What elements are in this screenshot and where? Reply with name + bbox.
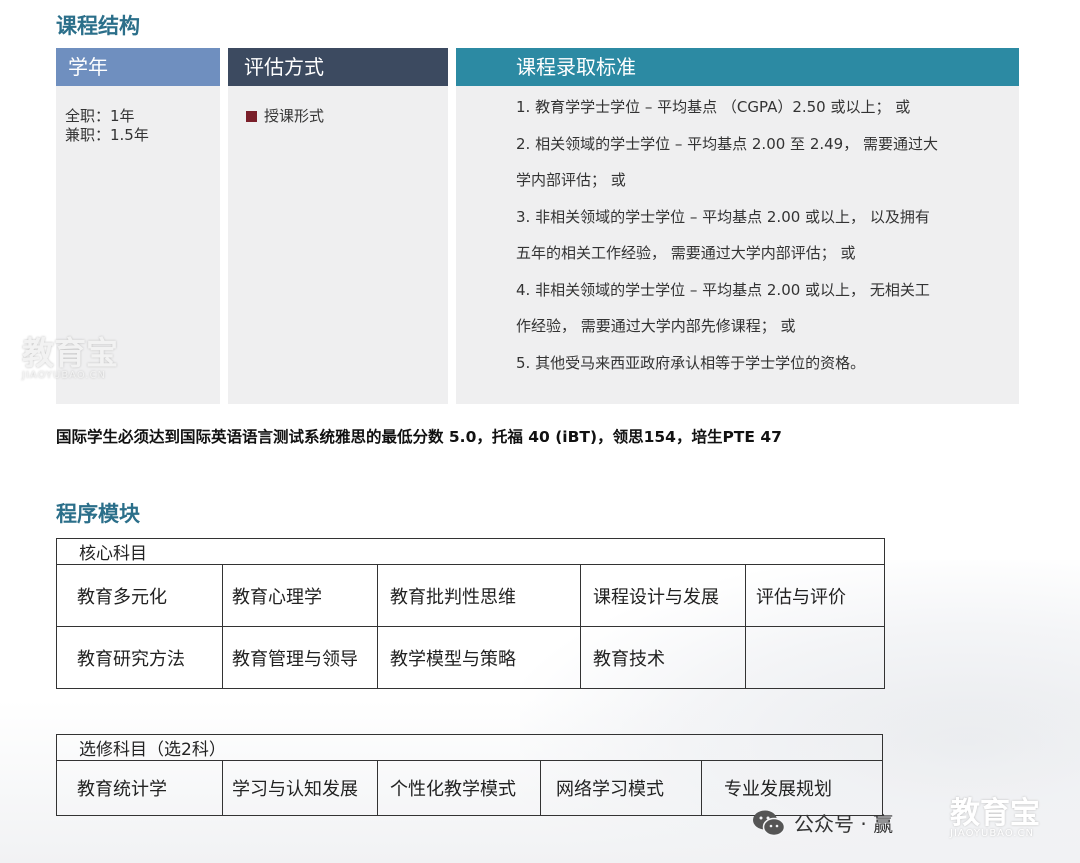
criteria-line: 5. 其他受马来西亚政府承认相等于学士学位的资格。 [516, 353, 866, 372]
criteria-line: 2. 相关领域的学士学位 – 平均基点 2.00 至 2.49， 需要通过大 [516, 134, 938, 153]
table-cell: 教育批判性思维 [377, 564, 581, 627]
table-row: 教育研究方法 教育管理与领导 教学模型与策略 教育技术 [56, 626, 885, 689]
elective-modules-table: 选修科目（选2科） 教育统计学 学习与认知发展 个性化教学模式 网络学习模式 专… [56, 734, 883, 816]
year-body: 全职：1年 兼职：1.5年 [56, 86, 220, 145]
watermark-left: 教育宝 JIAOYUBAO.CN [22, 328, 118, 381]
table-cell: 教育多元化 [56, 564, 223, 627]
criteria-header: 课程录取标准 [456, 48, 1019, 86]
wechat-icon [752, 809, 786, 837]
table-cell: 网络学习模式 [540, 760, 702, 816]
core-table-header: 核心科目 [56, 538, 885, 565]
table-cell: 评估与评价 [745, 564, 885, 627]
structure-title: 课程结构 [56, 14, 140, 38]
criteria-line: 五年的相关工作经验， 需要通过大学内部评估； 或 [516, 244, 856, 262]
table-cell: 课程设计与发展 [580, 564, 746, 627]
criteria-line: 学内部评估； 或 [516, 171, 626, 189]
table-cell: 个性化教学模式 [377, 760, 541, 816]
table-cell: 教育心理学 [222, 564, 378, 627]
table-cell: 教育管理与领导 [222, 626, 378, 689]
criteria-line: 作经验， 需要通过大学内部先修课程； 或 [516, 317, 796, 335]
elective-table-header: 选修科目（选2科） [56, 734, 883, 761]
assessment-label: 授课形式 [264, 107, 325, 125]
watermark-brand: 教育宝 [22, 334, 119, 372]
criteria-line: 1. 教育学学士学位 – 平均基点 （CGPA）2.50 或以上； 或 [516, 98, 911, 116]
wechat-text: 公众号 · 赢 [794, 812, 894, 836]
wechat-account-label: 公众号 · 赢 [752, 808, 893, 837]
watermark-domain: JIAOYUBAO.CN [22, 370, 106, 381]
table-cell [745, 626, 885, 689]
watermark-right: 教育宝 JIAOYUBAO.CN [950, 788, 1040, 839]
table-cell: 学习与认知发展 [222, 760, 378, 816]
table-cell: 教育研究方法 [56, 626, 223, 689]
international-requirement-note: 国际学生必须达到国际英语语言测试系统雅思的最低分数 5.0，托福 40 (iBT… [56, 428, 782, 446]
criteria-column: 课程录取标准 1. 教育学学士学位 – 平均基点 （CGPA）2.50 或以上；… [456, 48, 1019, 404]
watermark-domain: JIAOYUBAO.CN [950, 828, 1034, 839]
criteria-line: 4. 非相关领域的学士学位 – 平均基点 2.00 或以上， 无相关工 [516, 280, 930, 299]
table-cell: 教学模型与策略 [377, 626, 581, 689]
assessment-item: 授课形式 [228, 86, 448, 126]
table-row: 教育多元化 教育心理学 教育批判性思维 课程设计与发展 评估与评价 [56, 564, 885, 627]
assessment-header: 评估方式 [228, 48, 448, 86]
year-header: 学年 [56, 48, 220, 86]
table-cell: 教育统计学 [56, 760, 223, 816]
modules-title: 程序模块 [56, 502, 140, 526]
core-modules-table: 核心科目 教育多元化 教育心理学 教育批判性思维 课程设计与发展 评估与评价 教… [56, 538, 885, 689]
watermark-brand: 教育宝 [950, 796, 1040, 831]
table-cell: 教育技术 [580, 626, 746, 689]
assessment-column: 评估方式 授课形式 [228, 48, 448, 404]
criteria-body: 1. 教育学学士学位 – 平均基点 （CGPA）2.50 或以上； 或 2. 相… [456, 86, 1019, 381]
square-bullet-icon [246, 111, 257, 122]
year-line: 兼职：1.5年 [65, 126, 149, 144]
criteria-line: 3. 非相关领域的学士学位 – 平均基点 2.00 或以上， 以及拥有 [516, 207, 930, 226]
year-line: 全职：1年 [65, 107, 135, 125]
